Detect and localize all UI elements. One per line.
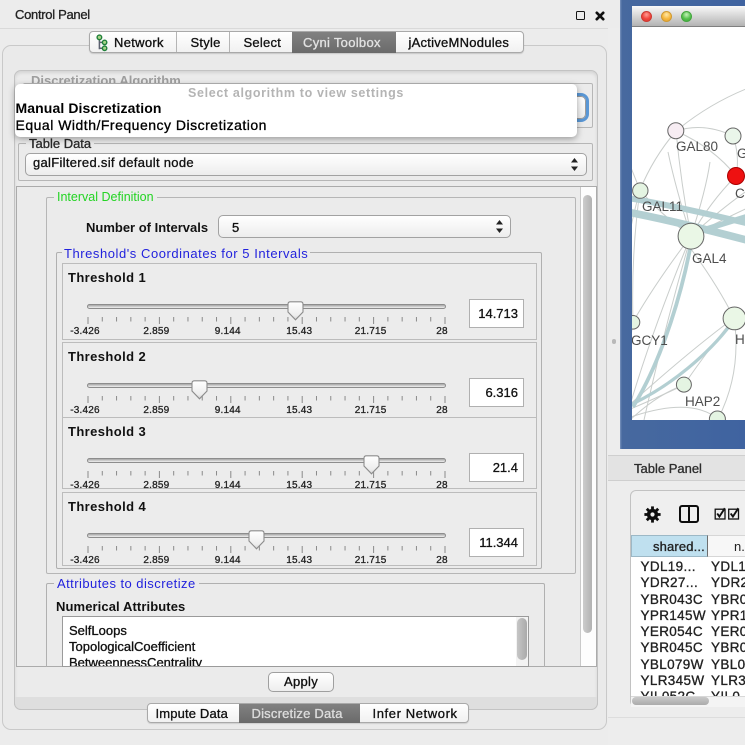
svg-text:GAL11: GAL11 — [642, 199, 683, 214]
svg-text:GAL4: GAL4 — [692, 251, 727, 266]
svg-text:GAL80: GAL80 — [676, 139, 718, 154]
svg-text:C: C — [735, 186, 745, 201]
svg-text:HAP2: HAP2 — [685, 394, 720, 409]
svg-text:G: G — [737, 146, 745, 161]
svg-text:GCY1: GCY1 — [632, 333, 668, 348]
svg-text:H: H — [735, 332, 745, 347]
